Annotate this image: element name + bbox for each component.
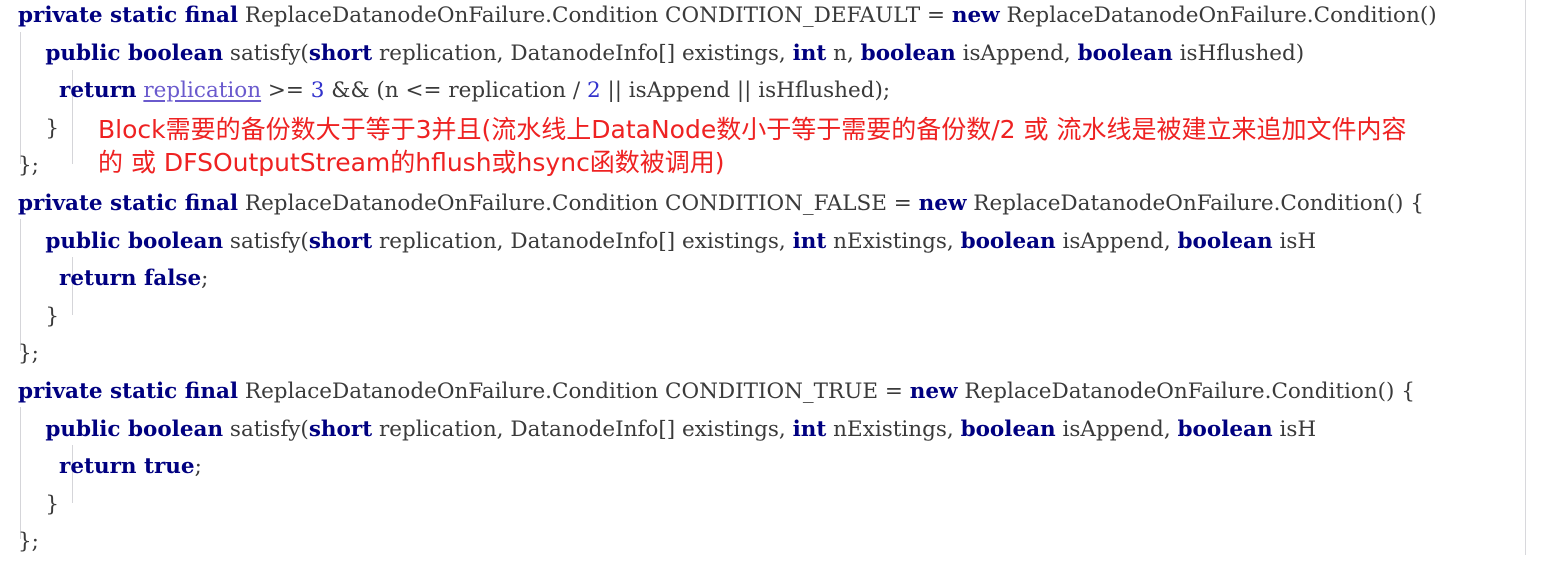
code-token: new	[918, 191, 967, 216]
code-line[interactable]: }	[18, 486, 59, 524]
code-token: };	[18, 529, 39, 555]
code-token: };	[18, 153, 39, 179]
code-line[interactable]: private static final ReplaceDatanodeOnFa…	[18, 373, 1415, 411]
code-token: satisfy(	[223, 228, 309, 254]
code-line[interactable]: }	[18, 110, 59, 148]
annotation-text-line-2: 的 或 DFSOutputStream的hflush或hsync函数被调用)	[98, 148, 725, 177]
code-token: return false	[59, 266, 202, 292]
code-line[interactable]: };	[18, 335, 39, 373]
code-token: ;	[201, 266, 209, 292]
annotation-text-line-1: Block需要的备份数大于等于3并且(流水线上DataNode数小于等于需要的备…	[98, 115, 1407, 144]
code-token: }	[18, 491, 60, 517]
code-editor-viewport[interactable]: private static final ReplaceDatanodeOnFa…	[0, 0, 1563, 555]
code-token: int	[792, 228, 827, 254]
code-token: isAppend,	[955, 40, 1078, 66]
code-line[interactable]: public boolean satisfy(short replication…	[18, 35, 1304, 73]
code-line[interactable]: public boolean satisfy(short replication…	[18, 223, 1316, 261]
code-token: boolean	[960, 416, 1056, 442]
code-token: new	[909, 379, 958, 404]
code-token: isHflushed)	[1172, 40, 1305, 66]
code-token: >=	[261, 78, 311, 104]
code-token: boolean	[1077, 40, 1173, 66]
code-token: 2	[586, 78, 601, 104]
code-token: public boolean	[45, 228, 224, 254]
code-line[interactable]: return false;	[18, 260, 208, 298]
code-token: public boolean	[45, 40, 224, 66]
code-token: nExistings,	[826, 228, 961, 254]
code-token: ReplaceDatanodeOnFailure.Condition CONDI…	[238, 379, 910, 404]
code-token: public boolean	[45, 416, 224, 442]
code-token: ReplaceDatanodeOnFailure.Condition CONDI…	[238, 3, 952, 28]
code-token: && (n <= replication /	[324, 78, 587, 104]
code-line[interactable]: private static final ReplaceDatanodeOnFa…	[18, 0, 1437, 35]
code-token: }	[18, 115, 60, 141]
code-token: isAppend,	[1055, 228, 1178, 254]
code-token: private static final	[18, 3, 239, 28]
code-token: isAppend,	[1055, 416, 1178, 442]
code-token: short	[308, 416, 373, 442]
code-token: || isAppend || isHflushed);	[600, 78, 891, 104]
code-token: boolean	[960, 228, 1056, 254]
code-token: boolean	[1177, 228, 1273, 254]
code-line[interactable]: private static final ReplaceDatanodeOnFa…	[18, 185, 1424, 223]
code-line[interactable]: public boolean satisfy(short replication…	[18, 411, 1316, 449]
code-line[interactable]: }	[18, 298, 59, 336]
code-token: n,	[826, 40, 861, 66]
code-token: replication, DatanodeInfo[] existings,	[372, 40, 793, 66]
code-token: };	[18, 341, 39, 367]
code-token: new	[951, 3, 1000, 28]
code-token: replication, DatanodeInfo[] existings,	[372, 228, 793, 254]
code-token: replication	[143, 78, 262, 104]
code-line[interactable]: };	[18, 147, 39, 185]
code-lines-container[interactable]: private static final ReplaceDatanodeOnFa…	[0, 0, 1563, 555]
code-line[interactable]: };	[18, 523, 39, 561]
code-line[interactable]: return true;	[18, 448, 202, 486]
code-token: ReplaceDatanodeOnFailure.Condition CONDI…	[238, 191, 919, 216]
code-token: isH	[1272, 416, 1317, 442]
code-token: boolean	[1177, 416, 1273, 442]
code-token: int	[792, 416, 827, 442]
code-token: 3	[310, 78, 325, 104]
code-line[interactable]: return replication >= 3 && (n <= replica…	[18, 72, 890, 110]
code-token: private static final	[18, 379, 239, 404]
code-token: satisfy(	[223, 40, 309, 66]
code-token: isH	[1272, 228, 1317, 254]
code-token: boolean	[860, 40, 956, 66]
code-token: ReplaceDatanodeOnFailure.Condition()	[999, 3, 1437, 28]
code-token: }	[18, 303, 60, 329]
code-token: short	[308, 228, 373, 254]
code-token: ;	[194, 454, 202, 480]
code-token: replication, DatanodeInfo[] existings,	[372, 416, 793, 442]
code-token: int	[792, 40, 827, 66]
code-token: ReplaceDatanodeOnFailure.Condition() {	[966, 191, 1424, 216]
code-token: short	[308, 40, 373, 66]
code-token: nExistings,	[826, 416, 961, 442]
code-token: satisfy(	[223, 416, 309, 442]
code-token: return true	[59, 454, 195, 480]
code-token: private static final	[18, 191, 239, 216]
code-token: return	[59, 78, 137, 104]
code-token: ReplaceDatanodeOnFailure.Condition() {	[957, 379, 1415, 404]
